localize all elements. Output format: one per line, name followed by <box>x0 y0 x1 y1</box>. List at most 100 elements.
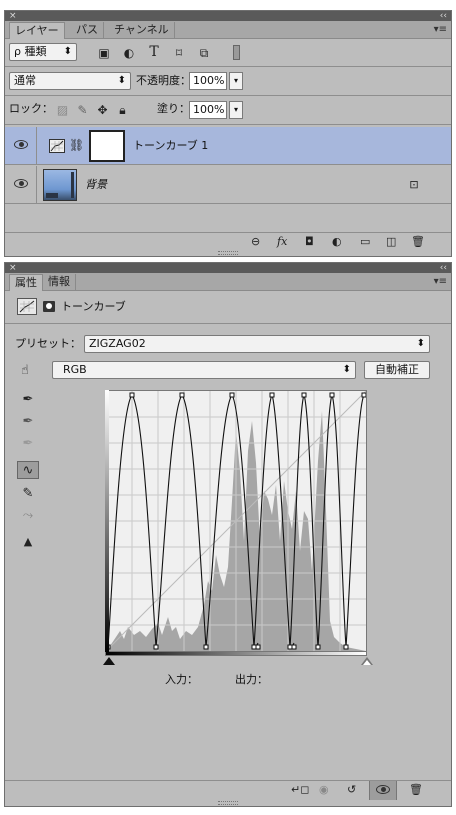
view-previous-icon[interactable]: ◉ <box>319 783 329 796</box>
smooth-curve-icon[interactable]: ⤳ <box>17 507 39 525</box>
input-label: 入力： <box>165 673 198 686</box>
layer-name[interactable]: トーンカーブ 1 <box>133 137 208 155</box>
collapse-icon[interactable]: ‹‹ <box>440 263 447 273</box>
new-group-icon[interactable]: ▭ <box>360 235 370 248</box>
visibility-icon <box>376 785 390 794</box>
filter-kind-label: ρ 種類 <box>14 45 47 58</box>
layers-footer: ⊖ fx ◘ ◐ ▭ ◫ 🗑︎ <box>5 232 451 250</box>
panel-menu-icon[interactable]: ▾≡ <box>434 276 447 287</box>
resize-grip[interactable] <box>218 801 238 805</box>
tab-properties[interactable]: 属性 <box>9 274 43 291</box>
layer-mask-thumbnail[interactable] <box>89 130 125 162</box>
divider <box>5 124 451 125</box>
filter-toggle-icon[interactable] <box>233 45 240 60</box>
thumbnail-detail <box>46 193 58 198</box>
output-label: 出力： <box>235 673 268 686</box>
close-icon[interactable]: × <box>9 263 17 273</box>
edit-points-curve-icon[interactable]: ∿ <box>17 461 39 479</box>
properties-panel: × ‹‹ 属性 情報 ▾≡ トーンカーブ プリセット： ZIGZAG02 ⬍ ☝… <box>4 262 452 807</box>
visibility-column <box>5 166 37 203</box>
link-layers-icon[interactable]: ⊖ <box>251 235 260 248</box>
lock-position-icon[interactable]: ✥ <box>96 103 109 117</box>
black-point-slider[interactable] <box>103 657 115 665</box>
curve-graph-svg[interactable] <box>106 391 366 651</box>
clip-to-layer-icon[interactable]: ↵◻ <box>291 783 309 796</box>
reset-icon[interactable]: ↺ <box>347 783 356 796</box>
dropdown-arrow-icon: ⬍ <box>117 75 126 86</box>
tab-paths[interactable]: パス <box>71 22 104 39</box>
layer-name[interactable]: 背景 <box>85 176 107 194</box>
delete-icon[interactable]: 🗑︎ <box>409 783 423 796</box>
panel-menu-icon[interactable]: ▾≡ <box>434 24 447 35</box>
lock-image-icon[interactable]: ✎ <box>76 103 89 117</box>
new-fill-adjustment-icon[interactable]: ◐ <box>332 235 342 248</box>
resize-grip[interactable] <box>218 251 238 255</box>
preset-label: プリセット： <box>15 337 81 350</box>
visibility-column <box>5 127 37 164</box>
filter-kind-dropdown[interactable]: ρ 種類 ⬍ <box>9 43 77 61</box>
shape-filter-icon[interactable]: ⌑ <box>172 46 186 60</box>
layers-panel-titlebar: × ‹‹ <box>5 11 451 21</box>
dropdown-arrow-icon: ⬍ <box>342 364 351 375</box>
divider <box>5 323 451 324</box>
tab-info[interactable]: 情報 <box>43 274 76 291</box>
visibility-toggle-button[interactable] <box>369 781 397 800</box>
thumbnail-detail <box>71 172 74 198</box>
opacity-input[interactable]: 100% <box>189 72 227 90</box>
new-layer-icon[interactable]: ◫ <box>386 235 396 248</box>
channel-value: RGB <box>63 363 87 376</box>
sample-gray-point-icon[interactable]: ✒ <box>17 413 39 431</box>
draw-curve-icon[interactable]: ✎ <box>17 485 39 503</box>
properties-footer: ↵◻ ◉ ↺ 🗑︎ <box>5 780 451 800</box>
layers-empty-area <box>5 205 451 231</box>
lock-all-icon[interactable]: 🔒︎ <box>116 103 129 117</box>
fill-slider-button[interactable]: ▾ <box>229 101 243 119</box>
delete-icon[interactable]: 🗑︎ <box>411 235 425 248</box>
layers-tab-row: レイヤー パス チャンネル ▾≡ <box>5 21 451 39</box>
curves-adjustment-icon[interactable] <box>17 298 37 315</box>
opacity-slider-button[interactable]: ▾ <box>229 72 243 90</box>
tab-layers[interactable]: レイヤー <box>9 22 65 39</box>
layer-thumbnail[interactable] <box>43 169 77 201</box>
blend-mode-value: 通常 <box>14 74 36 87</box>
properties-panel-titlebar: × ‹‹ <box>5 263 451 273</box>
blend-row: 通常 ⬍ 不透明度： 100% ▾ <box>5 67 451 95</box>
clipping-warning-icon[interactable]: ▲ <box>17 533 39 551</box>
dropdown-arrow-icon: ⬍ <box>63 46 72 57</box>
curve-graph[interactable] <box>105 390 367 652</box>
sample-white-point-icon[interactable]: ✒ <box>17 435 39 453</box>
channel-dropdown[interactable]: RGB ⬍ <box>52 361 356 379</box>
tab-channels[interactable]: チャンネル <box>109 22 175 39</box>
fill-input[interactable]: 100% <box>189 101 227 119</box>
lock-transparent-icon[interactable]: ▨ <box>56 103 69 117</box>
layer-row-background[interactable]: 背景 ⊡ <box>5 166 451 204</box>
chain-link-icon[interactable]: ⛓︎ <box>69 138 84 152</box>
mask-icon[interactable] <box>43 301 55 312</box>
fx-icon[interactable]: fx <box>277 235 287 248</box>
add-mask-icon[interactable]: ◘ <box>305 235 314 248</box>
properties-tab-row: 属性 情報 ▾≡ <box>5 273 451 291</box>
on-image-adjust-icon[interactable]: ☝ <box>15 364 35 378</box>
close-icon[interactable]: × <box>9 11 17 21</box>
sample-black-point-icon[interactable]: ✒ <box>17 391 39 409</box>
image-filter-icon[interactable]: ▣ <box>97 46 111 60</box>
eye-icon[interactable] <box>14 179 28 188</box>
properties-title: トーンカーブ <box>61 300 126 313</box>
layers-panel: × ‹‹ レイヤー パス チャンネル ▾≡ ρ 種類 ⬍ ▣ ◐ T ⌑ ⧉ 通… <box>4 10 452 257</box>
opacity-label: 不透明度： <box>136 74 191 87</box>
white-point-slider[interactable] <box>363 660 371 665</box>
preset-dropdown[interactable]: ZIGZAG02 ⬍ <box>84 335 430 353</box>
properties-header: トーンカーブ <box>5 292 451 322</box>
eye-icon[interactable] <box>14 140 28 149</box>
preset-value: ZIGZAG02 <box>89 337 146 350</box>
smart-object-filter-icon[interactable]: ⧉ <box>197 46 211 60</box>
lock-label: ロック： <box>9 102 53 115</box>
output-gradient-bar <box>105 390 109 652</box>
type-filter-icon[interactable]: T <box>147 45 161 59</box>
adjustment-filter-icon[interactable]: ◐ <box>122 46 136 60</box>
auto-button[interactable]: 自動補正 <box>364 361 430 379</box>
layer-row-curves[interactable]: ⛓︎ トーンカーブ 1 <box>5 127 451 165</box>
blend-mode-dropdown[interactable]: 通常 ⬍ <box>9 72 131 90</box>
collapse-icon[interactable]: ‹‹ <box>440 11 447 21</box>
dropdown-arrow-icon: ⬍ <box>416 338 425 349</box>
